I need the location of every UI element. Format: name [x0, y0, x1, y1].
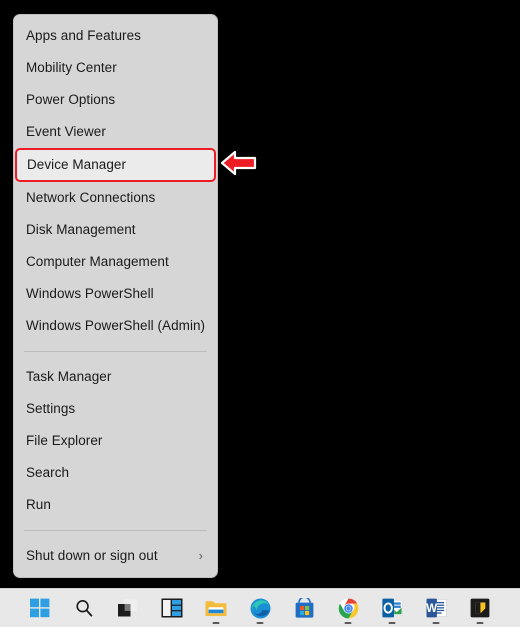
menu-item-label: Search [26, 465, 70, 480]
store-bag-icon [294, 597, 315, 619]
start-button[interactable] [26, 593, 54, 623]
menu-item-label: Mobility Center [26, 60, 117, 75]
menu-item-windows-powershell-admin[interactable]: Windows PowerShell (Admin) [14, 310, 217, 342]
chevron-right-icon: › [198, 548, 203, 563]
menu-separator [24, 351, 207, 352]
menu-item-file-explorer[interactable]: File Explorer [14, 425, 217, 457]
taskbar-running-indicator [212, 622, 220, 624]
menu-item-label: File Explorer [26, 433, 103, 448]
menu-section: Task Manager Settings File Explorer Search R… [14, 356, 217, 526]
taskbar-running-indicator [256, 622, 264, 624]
menu-item-label: Power Options [26, 92, 116, 107]
menu-item-disk-management[interactable]: Disk Management [14, 214, 217, 246]
menu-item-computer-management[interactable]: Computer Management [14, 246, 217, 278]
windows-logo-icon [30, 598, 50, 618]
menu-item-power-options[interactable]: Power Options [14, 84, 217, 116]
edge-icon [250, 598, 271, 619]
menu-item-label: Run [26, 497, 51, 512]
search-icon [74, 598, 94, 618]
widgets-icon [161, 598, 183, 618]
annotation-left-arrow-icon [219, 147, 259, 179]
outlook-button[interactable] [378, 593, 406, 624]
taskbar: W [0, 588, 520, 627]
menu-item-shut-down-or-sign-out[interactable]: Shut down or sign out › [14, 540, 217, 572]
menu-item-desktop[interactable]: Desktop [14, 572, 217, 577]
menu-item-label: Windows PowerShell (Admin) [26, 318, 206, 333]
search-button[interactable] [70, 593, 98, 623]
taskbar-running-indicator [476, 622, 484, 624]
taskbar-running-indicator [432, 622, 440, 624]
outlook-icon [381, 598, 403, 618]
menu-item-label: Event Viewer [26, 124, 106, 139]
menu-item-label: Computer Management [26, 254, 169, 269]
chrome-button[interactable] [334, 593, 362, 624]
taskbar-running-indicator [388, 622, 396, 624]
store-button[interactable] [290, 593, 318, 623]
win-x-quick-link-menu: Apps and Features Mobility Center Power Op… [13, 14, 218, 578]
menu-item-label: Shut down or sign out [26, 548, 158, 563]
menu-item-mobility-center[interactable]: Mobility Center [14, 52, 217, 84]
file-explorer-button[interactable] [202, 593, 230, 624]
menu-item-label: Desktop [26, 572, 76, 577]
chrome-icon [338, 598, 359, 619]
desktop-background[interactable]: Apps and Features Mobility Center Power Op… [0, 0, 520, 588]
menu-item-label: Task Manager [26, 369, 112, 384]
menu-item-network-connections[interactable]: Network Connections [14, 182, 217, 214]
menu-item-label: Settings [26, 401, 76, 416]
menu-item-search[interactable]: Search [14, 457, 217, 489]
menu-item-label: Windows PowerShell [26, 286, 154, 301]
widgets-button[interactable] [158, 593, 186, 623]
menu-item-event-viewer[interactable]: Event Viewer [14, 116, 217, 148]
svg-text:W: W [426, 603, 437, 615]
menu-item-label: Network Connections [26, 190, 156, 205]
taskbar-running-indicator [344, 622, 352, 624]
menu-item-label: Apps and Features [26, 28, 141, 43]
menu-section: Shut down or sign out › Desktop [14, 535, 217, 577]
sticky-notes-icon [470, 598, 490, 618]
menu-item-settings[interactable]: Settings [14, 393, 217, 425]
menu-section: Apps and Features Mobility Center Power Op… [14, 15, 217, 347]
word-icon: W [426, 598, 447, 618]
folder-icon [205, 599, 227, 618]
sticky-notes-button[interactable] [466, 593, 494, 624]
menu-item-device-manager[interactable]: Device Manager [15, 148, 216, 182]
menu-item-label: Device Manager [27, 157, 126, 172]
menu-separator [24, 530, 207, 531]
menu-item-windows-powershell[interactable]: Windows PowerShell [14, 278, 217, 310]
menu-item-apps-and-features[interactable]: Apps and Features [14, 20, 217, 52]
menu-item-label: Disk Management [26, 222, 136, 237]
menu-item-task-manager[interactable]: Task Manager [14, 361, 217, 393]
task-view-icon [117, 598, 139, 618]
task-view-button[interactable] [114, 593, 142, 623]
menu-item-run[interactable]: Run [14, 489, 217, 521]
word-button[interactable]: W [422, 593, 450, 624]
edge-button[interactable] [246, 593, 274, 624]
